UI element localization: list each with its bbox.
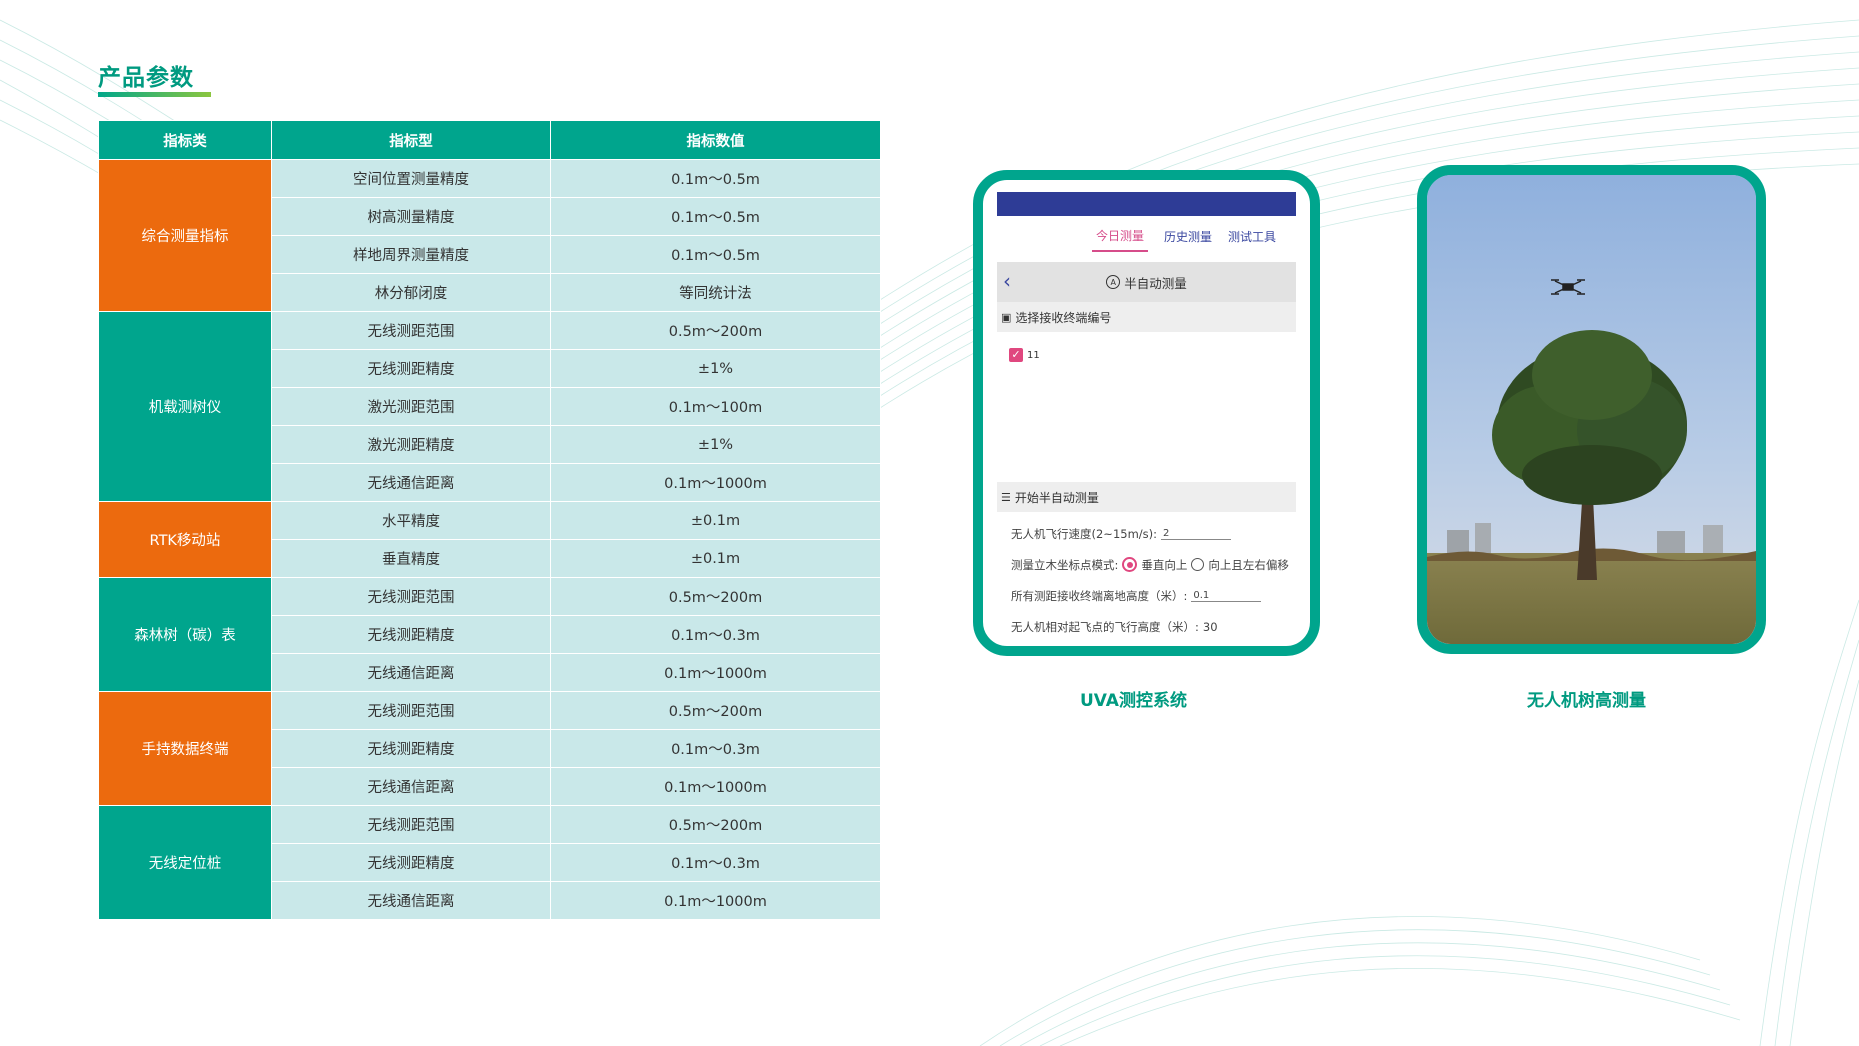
checkbox-checked-icon[interactable]: ✓ bbox=[1009, 348, 1023, 362]
title-underline bbox=[98, 92, 211, 97]
metric-cell: 无线通信距离 bbox=[271, 653, 551, 692]
back-arrow-icon[interactable]: ‹ bbox=[1003, 269, 1011, 293]
table-row: 无线定位桩 无线测距范围 0.5m～200m bbox=[98, 805, 881, 920]
parameter-table: 指标类 指标型 指标数值 综合测量指标 空间位置测量精度 0.1m～0.5m 树… bbox=[98, 120, 881, 920]
section-select-terminal: ▣ 选择接收终端编号 bbox=[997, 302, 1296, 332]
section-label: 选择接收终端编号 bbox=[1015, 310, 1112, 325]
value-cell: ±0.1m bbox=[550, 539, 881, 578]
metric-cell: 垂直精度 bbox=[271, 539, 551, 578]
flight-label: 无人机相对起飞点的飞行高度（米）: bbox=[1011, 619, 1199, 634]
metric-cell: 无线通信距离 bbox=[271, 881, 551, 920]
caption-tree-height: 无人机树高测量 bbox=[1527, 691, 1646, 711]
metric-cell: 无线测距精度 bbox=[271, 843, 551, 882]
form-row-mode: 测量立木坐标点模式: 垂直向上 向上且左右偏移 bbox=[997, 549, 1296, 580]
form-row-flight: 无人机相对起飞点的飞行高度（米）: 30 bbox=[997, 611, 1296, 634]
table-header-row: 指标类 指标型 指标数值 bbox=[98, 120, 881, 160]
form-row-height: 所有测距接收终端离地高度（米）: 0.1 bbox=[997, 580, 1296, 611]
table-row: 手持数据终端 无线测距范围 0.5m～200m bbox=[98, 691, 881, 806]
value-cell: 0.1m～1000m bbox=[550, 463, 881, 502]
value-cell: 0.1m～1000m bbox=[550, 767, 881, 806]
value-cell: 0.1m～1000m bbox=[550, 653, 881, 692]
speed-label: 无人机飞行速度(2~15m/s): bbox=[1011, 526, 1158, 541]
header-value: 指标数值 bbox=[550, 120, 881, 160]
caption-uva-system: UVA测控系统 bbox=[1080, 691, 1187, 711]
category-cell: 综合测量指标 bbox=[98, 159, 272, 312]
table-row: 机载测树仪 无线测距范围 0.5m～200m bbox=[98, 311, 881, 502]
section-start-measure: ☰ 开始半自动测量 bbox=[997, 482, 1296, 512]
metric-cell: 空间位置测量精度 bbox=[271, 159, 551, 198]
value-cell: 0.1m～0.5m bbox=[550, 159, 881, 198]
section-label: 开始半自动测量 bbox=[1014, 490, 1099, 505]
metric-cell: 激光测距精度 bbox=[271, 425, 551, 464]
metric-cell: 树高测量精度 bbox=[271, 197, 551, 236]
metric-cell: 无线通信距离 bbox=[271, 767, 551, 806]
metric-cell: 激光测距范围 bbox=[271, 387, 551, 426]
value-cell: ±1% bbox=[550, 349, 881, 388]
app-screen: 今日测量 历史测量 测试工具 ‹ A 半自动测量 ▣ 选择接收终端编号 ✓ 11… bbox=[997, 192, 1296, 634]
metric-cell: 无线测距范围 bbox=[271, 691, 551, 730]
metric-cell: 样地周界测量精度 bbox=[271, 235, 551, 274]
mode-badge-icon: A bbox=[1106, 275, 1121, 289]
mode-option-1: 垂直向上 bbox=[1141, 557, 1188, 572]
height-input[interactable]: 0.1 bbox=[1191, 590, 1262, 602]
value-cell: 0.1m～0.5m bbox=[550, 235, 881, 274]
flight-value[interactable]: 30 bbox=[1203, 620, 1218, 634]
value-cell: 0.1m～0.3m bbox=[550, 729, 881, 768]
radio-unselected-icon[interactable] bbox=[1191, 558, 1205, 571]
value-cell: 0.1m～0.3m bbox=[550, 615, 881, 654]
terminal-checkbox-row[interactable]: ✓ 11 bbox=[997, 332, 1296, 362]
metric-cell: 无线测距范围 bbox=[271, 311, 551, 350]
tab-today[interactable]: 今日测量 bbox=[1091, 221, 1148, 252]
radio-selected-icon[interactable] bbox=[1122, 557, 1138, 572]
metric-cell: 无线测距精度 bbox=[271, 729, 551, 768]
category-cell: RTK移动站 bbox=[98, 501, 272, 578]
tree-photo bbox=[1427, 175, 1756, 644]
table-row: 综合测量指标 空间位置测量精度 0.1m～0.5m bbox=[98, 159, 881, 312]
metric-cell: 无线测距精度 bbox=[271, 349, 551, 388]
list-icon: ☰ bbox=[1001, 490, 1011, 504]
value-cell: ±1% bbox=[550, 425, 881, 464]
checkbox-label: 11 bbox=[1027, 349, 1040, 361]
value-cell: 等同统计法 bbox=[550, 273, 881, 312]
mode-label: 测量立木坐标点模式: bbox=[1011, 557, 1119, 572]
app-bar-title: 半自动测量 bbox=[1124, 275, 1187, 291]
category-cell: 无线定位桩 bbox=[98, 805, 272, 920]
category-cell: 森林树（碳）表 bbox=[98, 577, 272, 692]
metric-cell: 水平精度 bbox=[271, 501, 551, 540]
app-header-bar bbox=[997, 192, 1296, 216]
category-cell: 机载测树仪 bbox=[98, 311, 272, 502]
metric-cell: 无线测距范围 bbox=[271, 577, 551, 616]
metric-cell: 无线通信距离 bbox=[271, 463, 551, 502]
table-row: 森林树（碳）表 无线测距范围 0.5m～200m bbox=[98, 577, 881, 692]
tree-photo-frame bbox=[1417, 165, 1766, 654]
metric-cell: 无线测距精度 bbox=[271, 615, 551, 654]
speed-input[interactable]: 2 bbox=[1161, 528, 1232, 540]
value-cell: 0.1m～0.5m bbox=[550, 197, 881, 236]
app-tabs: 今日测量 历史测量 测试工具 bbox=[997, 216, 1296, 256]
header-metric: 指标型 bbox=[271, 120, 551, 160]
height-label: 所有测距接收终端离地高度（米）: bbox=[1011, 588, 1188, 603]
terminal-icon: ▣ bbox=[1001, 310, 1012, 324]
app-screenshot-frame: 今日测量 历史测量 测试工具 ‹ A 半自动测量 ▣ 选择接收终端编号 ✓ 11… bbox=[973, 170, 1320, 656]
value-cell: 0.1m～0.3m bbox=[550, 843, 881, 882]
form-row-speed: 无人机飞行速度(2~15m/s): 2 bbox=[997, 518, 1296, 549]
mode-option-2: 向上且左右偏移 bbox=[1208, 557, 1289, 572]
value-cell: 0.5m～200m bbox=[550, 577, 881, 616]
value-cell: 0.5m～200m bbox=[550, 311, 881, 350]
value-cell: 0.1m～1000m bbox=[550, 881, 881, 920]
page-title: 产品参数 bbox=[98, 65, 194, 91]
metric-cell: 无线测距范围 bbox=[271, 805, 551, 844]
value-cell: 0.1m～100m bbox=[550, 387, 881, 426]
tab-history[interactable]: 历史测量 bbox=[1164, 228, 1212, 245]
value-cell: 0.5m～200m bbox=[550, 691, 881, 730]
category-cell: 手持数据终端 bbox=[98, 691, 272, 806]
header-category: 指标类 bbox=[98, 120, 272, 160]
tab-tools[interactable]: 测试工具 bbox=[1228, 228, 1276, 245]
metric-cell: 林分郁闭度 bbox=[271, 273, 551, 312]
value-cell: 0.5m～200m bbox=[550, 805, 881, 844]
table-row: RTK移动站 水平精度 ±0.1m bbox=[98, 501, 881, 578]
app-title-bar: ‹ A 半自动测量 bbox=[997, 262, 1296, 302]
value-cell: ±0.1m bbox=[550, 501, 881, 540]
